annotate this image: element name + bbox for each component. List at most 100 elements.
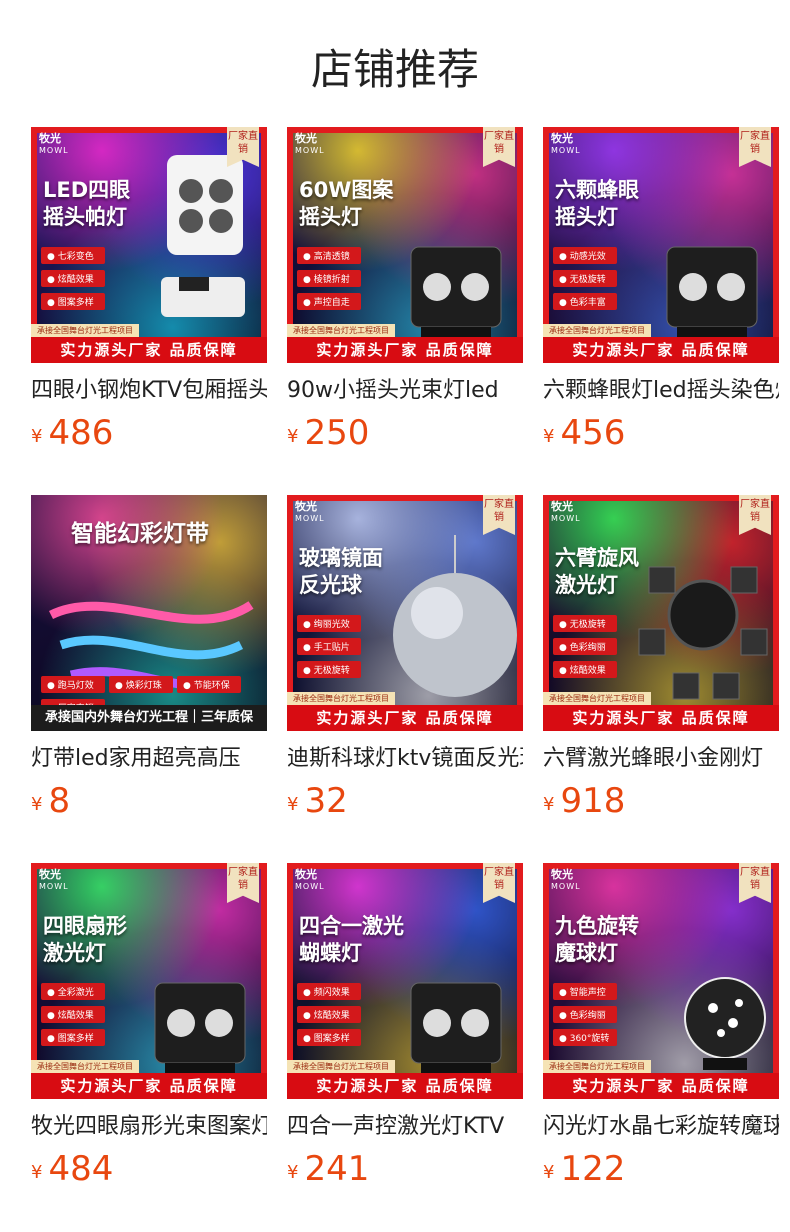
quality-banner: 实力源头厂家 品质保障 <box>543 337 779 363</box>
currency-symbol: ¥ <box>287 426 299 447</box>
page-title: 店铺推荐 <box>310 45 479 94</box>
image-headline: 玻璃镜面 反光球 <box>299 546 383 597</box>
product-card[interactable]: 牧光 MOWL 厂家直销 六臂旋风 激光灯 ● 无极旋转 ● 色彩绚丽 ● 炫酷效果 承接全国… <box>543 495 779 821</box>
product-price: ¥486 <box>31 413 267 453</box>
feature-chip: ● 图案多样 <box>41 293 105 310</box>
product-image[interactable]: 牧光 MOWL 厂家直销 四眼扇形 激光灯 ● 全彩激光 ● 炫酷效果 ● 图案多样 承接全国… <box>31 863 267 1099</box>
currency-symbol: ¥ <box>287 1162 299 1183</box>
product-name[interactable]: 牧光四眼扇形光束图案灯 <box>31 1111 267 1143</box>
feature-chip: ● 图案多样 <box>297 1029 361 1046</box>
quality-banner: 实力源头厂家 品质保障 <box>287 705 523 731</box>
quality-banner: 实力源头厂家 品质保障 <box>287 1073 523 1099</box>
product-name[interactable]: 四眼小钢炮KTV包厢摇头灯 <box>31 375 267 407</box>
product-price: ¥32 <box>287 781 523 821</box>
feature-chip: ● 智能声控 <box>553 983 617 1000</box>
brand-name: 牧光 <box>551 500 573 513</box>
product-price: ¥8 <box>31 781 267 821</box>
feature-chip: ● 图案多样 <box>41 1029 105 1046</box>
brand-logo: 牧光 MOWL <box>295 133 325 157</box>
image-headline: 60W图案 摇头灯 <box>299 178 394 229</box>
product-card[interactable]: 智能幻彩灯带● 跑马灯效● 焕彩灯珠● 节能环保● 厂家直销承接国内外舞台灯光工… <box>31 495 267 821</box>
product-card[interactable]: 牧光 MOWL 厂家直销 六颗蜂眼 摇头灯 ● 动感光效 ● 无极旋转 ● 色彩丰富 承接全国… <box>543 127 779 453</box>
project-ribbon: 承接全国舞台灯光工程项目 <box>543 324 651 337</box>
feature-list: ● 全彩激光 ● 炫酷效果 ● 图案多样 <box>41 983 105 1052</box>
brand-sub: MOWL <box>551 882 581 891</box>
price-value: 241 <box>304 1149 370 1189</box>
brand-sub: MOWL <box>39 882 69 891</box>
product-image[interactable]: 牧光 MOWL 厂家直销 九色旋转 魔球灯 ● 智能声控 ● 色彩绚丽 ● 360°旋转 承接… <box>543 863 779 1099</box>
feature-chip: ● 手工贴片 <box>297 638 361 655</box>
brand-name: 牧光 <box>295 500 317 513</box>
brand-name: 牧光 <box>295 132 317 145</box>
product-price: ¥918 <box>543 781 779 821</box>
project-ribbon: 承接全国舞台灯光工程项目 <box>287 324 395 337</box>
brand-sub: MOWL <box>551 514 581 523</box>
product-name[interactable]: 闪光灯水晶七彩旋转魔球灯 <box>543 1111 779 1143</box>
feature-chip: ● 色彩丰富 <box>553 293 617 310</box>
brand-sub: MOWL <box>295 146 325 155</box>
brand-sub: MOWL <box>551 146 581 155</box>
product-image[interactable]: 牧光 MOWL 厂家直销 六颗蜂眼 摇头灯 ● 动感光效 ● 无极旋转 ● 色彩丰富 承接全国… <box>543 127 779 363</box>
feature-chip: ● 声控自走 <box>297 293 361 310</box>
product-price: ¥122 <box>543 1149 779 1189</box>
price-value: 250 <box>304 413 370 453</box>
brand-name: 牧光 <box>551 132 573 145</box>
image-headline: 六臂旋风 激光灯 <box>555 546 639 597</box>
image-headline: 四眼扇形 激光灯 <box>43 914 127 965</box>
price-value: 484 <box>48 1149 114 1189</box>
product-card[interactable]: 牧光 MOWL 厂家直销 九色旋转 魔球灯 ● 智能声控 ● 色彩绚丽 ● 360°旋转 承接… <box>543 863 779 1189</box>
brand-logo: 牧光 MOWL <box>39 133 69 157</box>
project-ribbon: 承接全国舞台灯光工程项目 <box>31 324 139 337</box>
image-headline: 六颗蜂眼 摇头灯 <box>555 178 639 229</box>
currency-symbol: ¥ <box>31 794 43 815</box>
project-ribbon: 承接全国舞台灯光工程项目 <box>543 692 651 705</box>
brand-sub: MOWL <box>295 514 325 523</box>
product-card[interactable]: 牧光 MOWL 厂家直销 玻璃镜面 反光球 ● 绚丽光效 ● 手工贴片 ● 无极旋转 承接全国… <box>287 495 523 821</box>
product-card[interactable]: 牧光 MOWL 厂家直销 60W图案 摇头灯 ● 高清透镜 ● 棱镜折射 ● 声控自走 承接全… <box>287 127 523 453</box>
quality-banner: 实力源头厂家 品质保障 <box>31 1073 267 1099</box>
product-name[interactable]: 六臂激光蜂眼小金刚灯 <box>543 743 779 775</box>
feature-chip: ● 棱镜折射 <box>297 270 361 287</box>
product-image[interactable]: 牧光 MOWL 厂家直销 四合一激光 蝴蝶灯 ● 频闪效果 ● 炫酷效果 ● 图案多样 承接全… <box>287 863 523 1099</box>
project-ribbon: 承接全国舞台灯光工程项目 <box>31 1060 139 1073</box>
currency-symbol: ¥ <box>31 426 43 447</box>
product-card[interactable]: 牧光 MOWL 厂家直销 LED四眼 摇头帕灯 ● 七彩变色 ● 炫酷效果 ● 图案多样 承接… <box>31 127 267 453</box>
feature-chip: ● 炫酷效果 <box>297 1006 361 1023</box>
image-headline: 九色旋转 魔球灯 <box>555 914 639 965</box>
brand-name: 牧光 <box>551 868 573 881</box>
feature-chip: ● 全彩激光 <box>41 983 105 1000</box>
feature-chip: ● 七彩变色 <box>41 247 105 264</box>
product-name[interactable]: 90w小摇头光束灯led <box>287 375 523 407</box>
product-image[interactable]: 牧光 MOWL 厂家直销 六臂旋风 激光灯 ● 无极旋转 ● 色彩绚丽 ● 炫酷效果 承接全国… <box>543 495 779 731</box>
product-image[interactable]: 牧光 MOWL 厂家直销 玻璃镜面 反光球 ● 绚丽光效 ● 手工贴片 ● 无极旋转 承接全国… <box>287 495 523 731</box>
feature-list: ● 频闪效果 ● 炫酷效果 ● 图案多样 <box>297 983 361 1052</box>
quality-banner: 承接国内外舞台灯光工程｜三年质保 <box>31 705 267 731</box>
product-name[interactable]: 四合一声控激光灯KTV <box>287 1111 523 1143</box>
product-price: ¥456 <box>543 413 779 453</box>
price-value: 32 <box>304 781 348 821</box>
product-name[interactable]: 六颗蜂眼灯led摇头染色灯 <box>543 375 779 407</box>
feature-chip: ● 炫酷效果 <box>41 270 105 287</box>
feature-chip: ● 色彩绚丽 <box>553 638 617 655</box>
product-card[interactable]: 牧光 MOWL 厂家直销 四合一激光 蝴蝶灯 ● 频闪效果 ● 炫酷效果 ● 图案多样 承接全… <box>287 863 523 1189</box>
brand-name: 牧光 <box>295 868 317 881</box>
quality-banner: 实力源头厂家 品质保障 <box>287 337 523 363</box>
feature-chip: ● 跑马灯效 <box>41 676 105 693</box>
currency-symbol: ¥ <box>287 794 299 815</box>
feature-list: ● 高清透镜 ● 棱镜折射 ● 声控自走 <box>297 247 361 316</box>
product-image[interactable]: 智能幻彩灯带● 跑马灯效● 焕彩灯珠● 节能环保● 厂家直销承接国内外舞台灯光工… <box>31 495 267 731</box>
feature-chip: ● 频闪效果 <box>297 983 361 1000</box>
product-name[interactable]: 迪斯科球灯ktv镜面反光球 <box>287 743 523 775</box>
image-headline: 四合一激光 蝴蝶灯 <box>299 914 404 965</box>
product-price: ¥250 <box>287 413 523 453</box>
project-ribbon: 承接全国舞台灯光工程项目 <box>543 1060 651 1073</box>
feature-chip: ● 焕彩灯珠 <box>109 676 173 693</box>
brand-sub: MOWL <box>295 882 325 891</box>
product-image[interactable]: 牧光 MOWL 厂家直销 LED四眼 摇头帕灯 ● 七彩变色 ● 炫酷效果 ● 图案多样 承接… <box>31 127 267 363</box>
product-name[interactable]: 灯带led家用超亮高压 <box>31 743 267 775</box>
currency-symbol: ¥ <box>31 1162 43 1183</box>
product-image[interactable]: 牧光 MOWL 厂家直销 60W图案 摇头灯 ● 高清透镜 ● 棱镜折射 ● 声控自走 承接全… <box>287 127 523 363</box>
product-card[interactable]: 牧光 MOWL 厂家直销 四眼扇形 激光灯 ● 全彩激光 ● 炫酷效果 ● 图案多样 承接全国… <box>31 863 267 1189</box>
feature-list: ● 无极旋转 ● 色彩绚丽 ● 炫酷效果 <box>553 615 617 684</box>
feature-chip: ● 炫酷效果 <box>41 1006 105 1023</box>
